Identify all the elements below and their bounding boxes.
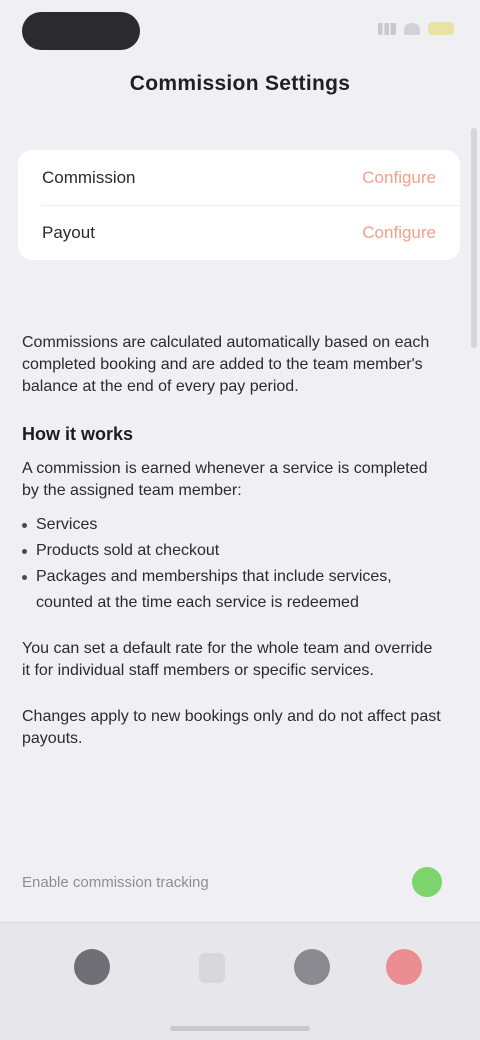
list-item-text: Packages and memberships that include se… <box>36 568 392 611</box>
settings-row-payout[interactable]: Payout Configure <box>18 205 460 260</box>
list-item: Packages and memberships that include se… <box>22 564 442 616</box>
section-heading: How it works <box>22 424 134 444</box>
paragraph: You can set a default rate for the whole… <box>22 640 433 679</box>
app-screen: Commission Settings Commission Configure… <box>0 0 480 1040</box>
settings-row-label: Payout <box>42 222 95 242</box>
status-icons <box>378 22 454 35</box>
settings-card: Commission Configure Payout Configure <box>18 150 460 260</box>
configure-commission-button[interactable]: Configure <box>362 168 436 188</box>
list-item-text: Products sold at checkout <box>36 542 220 559</box>
settings-icon <box>386 949 422 985</box>
home-indicator[interactable] <box>170 1026 310 1031</box>
tab-settings[interactable] <box>372 949 436 1013</box>
status-bar <box>0 0 480 62</box>
settings-row-label: Commission <box>42 167 136 187</box>
bullet-icon <box>22 575 27 580</box>
intro-paragraph: Commissions are calculated automatically… <box>22 334 430 395</box>
scrollbar[interactable] <box>471 128 477 358</box>
tab-bar <box>0 922 480 1040</box>
section-paragraph: A commission is earned whenever a servic… <box>22 460 428 499</box>
bullet-icon <box>22 549 27 554</box>
wifi-icon <box>404 22 420 35</box>
toggle-label: Enable commission tracking <box>22 873 209 891</box>
tab-profile[interactable] <box>280 949 344 1013</box>
tab-calendar[interactable] <box>60 949 124 1013</box>
toggle-switch[interactable] <box>412 867 442 897</box>
bullet-list: Services Products sold at checkout Packa… <box>22 512 442 616</box>
status-time-pill <box>22 12 140 50</box>
document-icon <box>199 953 225 983</box>
scrollbar-thumb[interactable] <box>471 128 477 348</box>
bullet-icon <box>22 523 27 528</box>
settings-row-commission[interactable]: Commission Configure <box>18 150 460 205</box>
commission-toggle-row[interactable]: Enable commission tracking <box>22 862 442 902</box>
profile-icon <box>294 949 330 985</box>
page-title: Commission Settings <box>129 72 351 95</box>
paragraph: Changes apply to new bookings only and d… <box>22 708 441 747</box>
battery-icon <box>428 22 454 35</box>
content-body: Commissions are calculated automatically… <box>22 332 442 774</box>
list-item: Products sold at checkout <box>22 538 442 564</box>
list-item-text: Services <box>36 516 98 533</box>
signal-icon <box>378 22 396 35</box>
configure-payout-button[interactable]: Configure <box>362 223 436 243</box>
tab-documents[interactable] <box>180 949 244 1013</box>
list-item: Services <box>22 512 442 538</box>
calendar-icon <box>74 949 110 985</box>
